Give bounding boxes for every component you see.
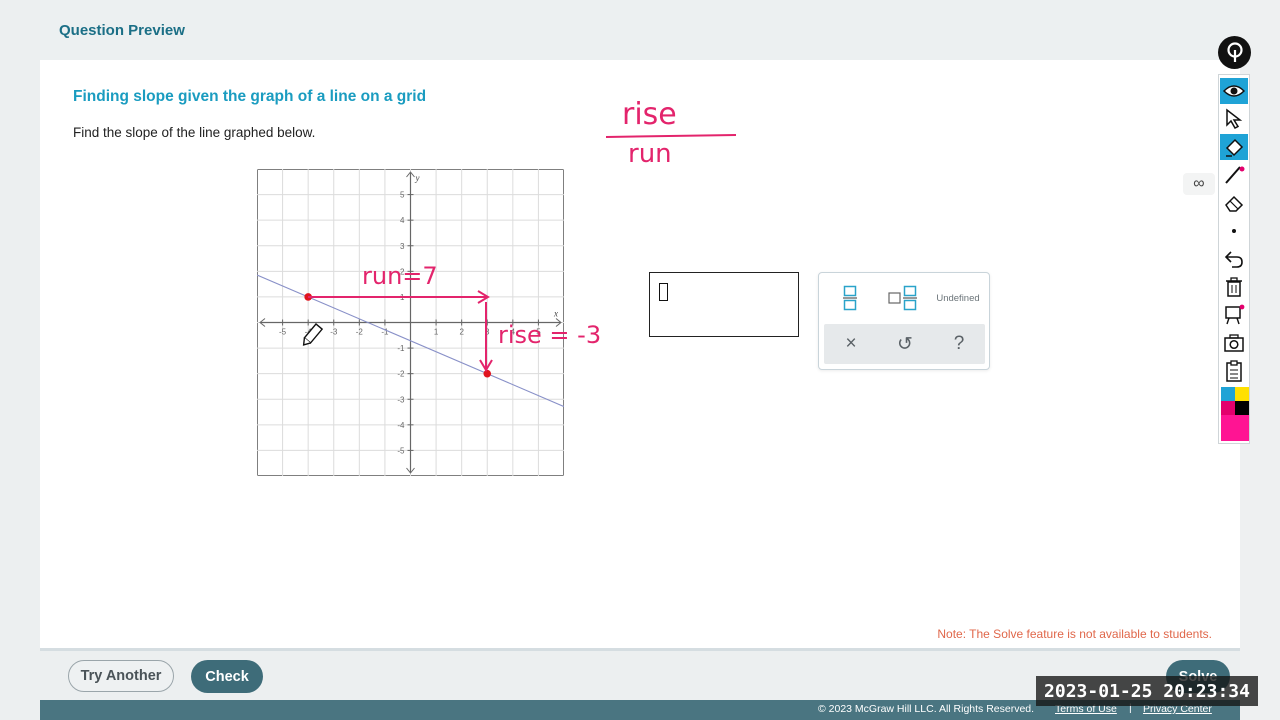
annotation-toolbar: [1218, 74, 1250, 444]
check-button[interactable]: Check: [191, 660, 263, 693]
y-tick-label: -1: [397, 344, 405, 353]
y-tick-label: -4: [397, 421, 405, 430]
x-tick-label: -3: [330, 328, 338, 337]
timestamp-overlay: 2023-01-25 20:23:34: [1036, 676, 1258, 706]
clipboard-icon[interactable]: [1220, 358, 1248, 384]
question-panel: Finding slope given the graph of a line …: [40, 60, 1240, 648]
x-tick-label: 3: [485, 328, 490, 337]
undo-icon[interactable]: [1220, 246, 1248, 272]
color-swatch-pink[interactable]: [1221, 415, 1249, 441]
answer-input[interactable]: [649, 272, 799, 337]
y-tick-label: -2: [397, 370, 405, 379]
dot-icon[interactable]: [1220, 218, 1248, 244]
copyright-text: © 2023 McGraw Hill LLC. All Rights Reser…: [818, 703, 1035, 715]
answer-cursor-slot: [659, 283, 668, 301]
undo-button[interactable]: ↺: [886, 327, 924, 361]
left-gutter: [0, 0, 40, 720]
highlighter-icon[interactable]: [1220, 134, 1248, 160]
question-prompt: Find the slope of the line graphed below…: [73, 125, 316, 140]
line-point: [304, 293, 312, 301]
camera-icon[interactable]: [1220, 330, 1248, 356]
glasses-icon[interactable]: ∞: [1183, 173, 1215, 195]
undefined-button[interactable]: Undefined: [931, 287, 985, 309]
mixed-number-icon: [888, 285, 917, 311]
mixed-number-button[interactable]: [883, 281, 923, 315]
x-tick-label: 5: [536, 328, 541, 337]
x-axis-label: x: [553, 309, 558, 319]
x-tick-label: 1: [434, 328, 439, 337]
color-swatch-yellow[interactable]: [1235, 387, 1249, 401]
line-point: [483, 369, 492, 378]
eye-icon[interactable]: [1220, 78, 1248, 104]
fraction-icon: [843, 285, 857, 311]
y-tick-label: 3: [400, 242, 405, 251]
y-tick-label: 1: [400, 293, 405, 302]
y-tick-label: 2: [400, 267, 405, 276]
x-tick-label: -2: [356, 328, 364, 337]
pen-icon[interactable]: [1220, 162, 1248, 188]
x-tick-label: -4: [305, 328, 313, 337]
color-swatch-black[interactable]: [1235, 401, 1249, 415]
y-tick-label: -5: [397, 446, 405, 455]
pin-icon[interactable]: [1218, 36, 1251, 69]
question-title: Finding slope given the graph of a line …: [73, 88, 427, 105]
y-tick-label: -3: [397, 395, 405, 404]
trash-icon[interactable]: [1220, 274, 1248, 300]
math-palette: Undefined × ↺ ?: [818, 272, 990, 370]
coordinate-graph: xy-5 -4 -3 -2 -1 1 2 3 4 554321-1-2-3-4-5: [257, 169, 564, 476]
x-tick-label: -5: [279, 328, 287, 337]
color-swatch-blue[interactable]: [1221, 387, 1235, 401]
pointer-icon[interactable]: [1220, 106, 1248, 132]
color-swatch-magenta[interactable]: [1221, 401, 1235, 415]
whiteboard-icon[interactable]: [1220, 302, 1248, 328]
eraser-icon[interactable]: [1220, 190, 1248, 216]
x-tick-label: 4: [511, 328, 516, 337]
fraction-button[interactable]: [833, 281, 867, 315]
y-tick-label: 5: [400, 191, 405, 200]
preview-header: Question Preview: [40, 0, 1240, 60]
y-tick-label: 4: [400, 216, 405, 225]
help-button[interactable]: ?: [940, 327, 978, 361]
clear-button[interactable]: ×: [832, 327, 870, 361]
page-title: Question Preview: [59, 22, 185, 39]
y-axis-label: y: [415, 173, 420, 183]
try-another-button[interactable]: Try Another: [68, 660, 174, 692]
x-tick-label: 2: [459, 328, 464, 337]
solve-note: Note: The Solve feature is not available…: [937, 627, 1212, 641]
